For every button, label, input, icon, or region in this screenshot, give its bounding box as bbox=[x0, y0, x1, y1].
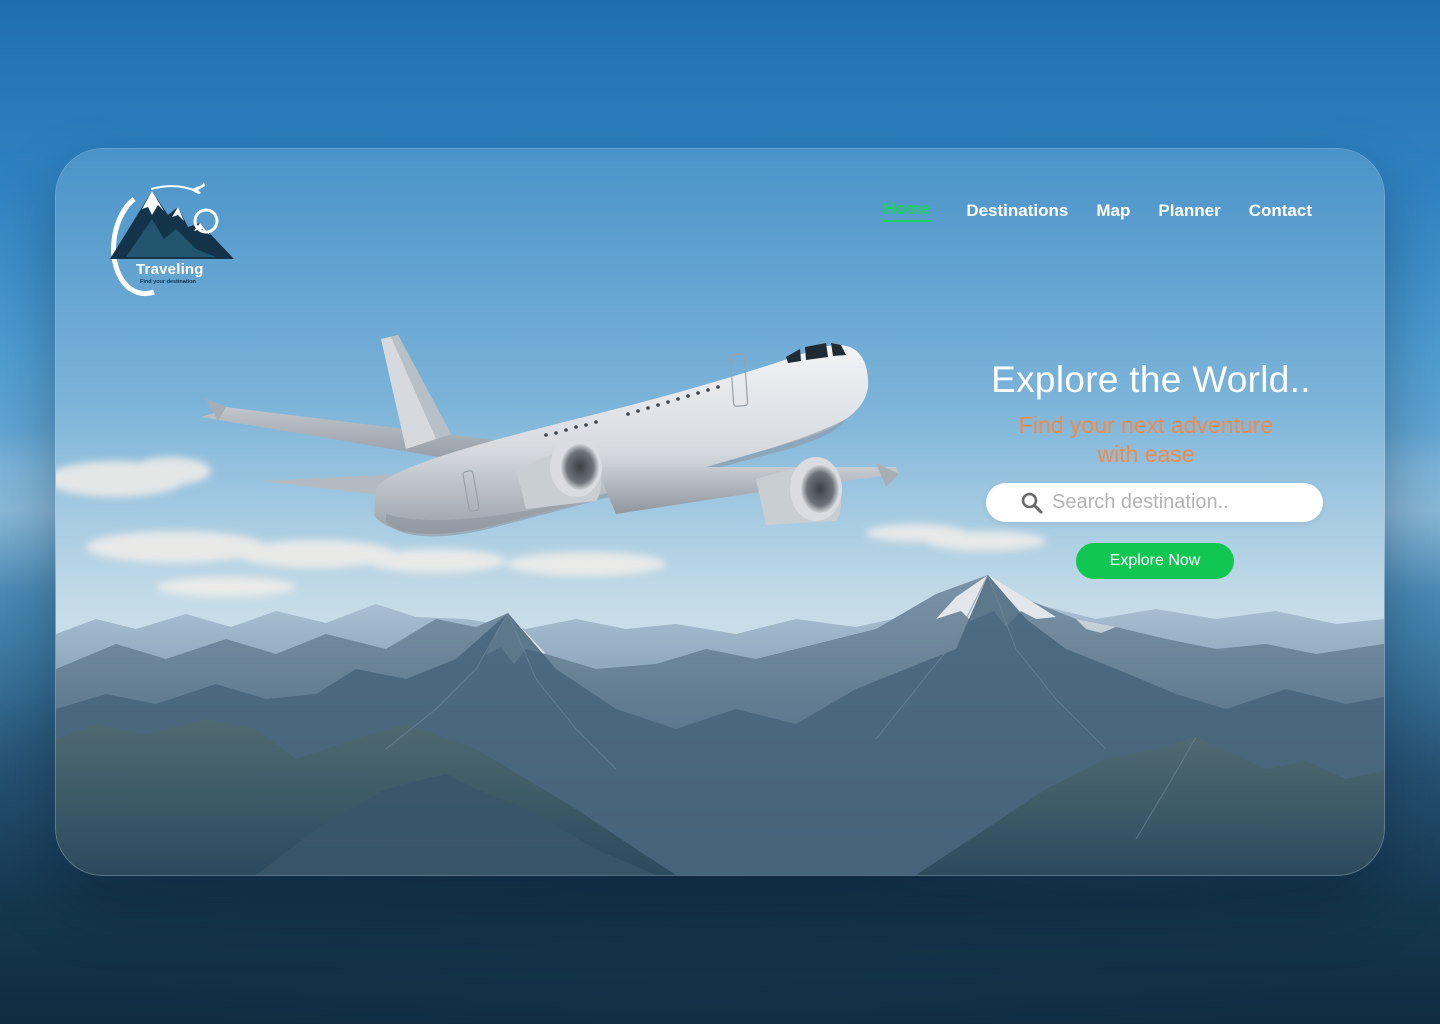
nav-item-planner[interactable]: Planner bbox=[1156, 201, 1222, 221]
hero-title: Explore the World.. bbox=[991, 359, 1311, 400]
nav-item-home[interactable]: Home bbox=[881, 199, 933, 222]
explore-now-button[interactable]: Explore Now bbox=[1076, 543, 1234, 579]
search-bar[interactable] bbox=[986, 483, 1323, 522]
hero-subtitle-line-2: with ease bbox=[1097, 441, 1195, 467]
nav-item-contact[interactable]: Contact bbox=[1247, 201, 1314, 221]
search-input[interactable] bbox=[1052, 483, 1308, 522]
nav-item-destinations[interactable]: Destinations bbox=[964, 201, 1070, 221]
nav-item-map[interactable]: Map bbox=[1094, 201, 1132, 221]
hero-subtitle-line-1: Find your next adventure bbox=[1018, 412, 1274, 438]
hero-card: Traveling Find your destination Home Des… bbox=[55, 148, 1385, 876]
logo-tagline: Find your destination bbox=[140, 279, 196, 285]
main-nav: Home Destinations Map Planner Contact bbox=[881, 199, 1314, 222]
brand-logo[interactable]: Traveling Find your destination bbox=[106, 179, 238, 297]
logo-title: Traveling bbox=[136, 261, 204, 278]
search-icon[interactable] bbox=[1020, 491, 1044, 515]
hero-subtitle: Find your next adventure with ease bbox=[976, 411, 1316, 469]
